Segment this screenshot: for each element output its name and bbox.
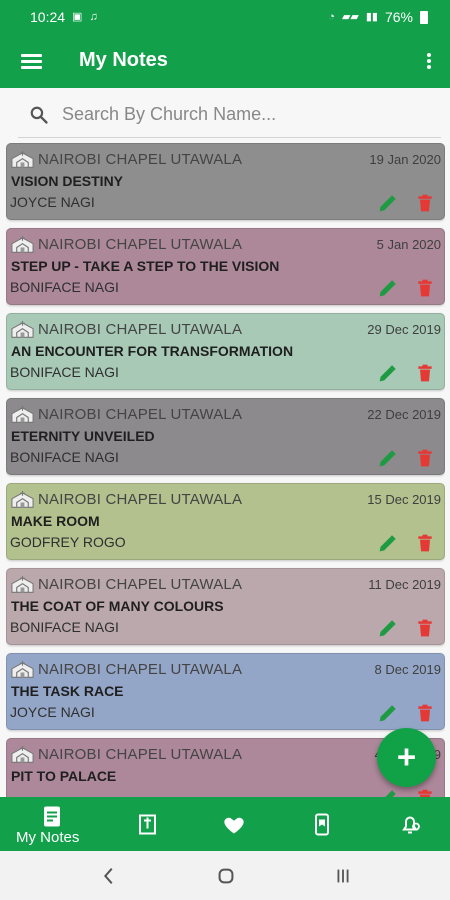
delete-icon[interactable] <box>415 278 435 300</box>
search-input[interactable] <box>62 102 430 127</box>
note-church-name: NAIROBI CHAPEL UTAWALA <box>38 746 243 763</box>
bible-icon <box>139 814 156 835</box>
edit-icon[interactable] <box>376 278 398 300</box>
notes-list: NAIROBI CHAPEL UTAWALA 19 Jan 2020 VISIO… <box>6 143 445 797</box>
system-navigation-bar <box>0 851 450 900</box>
status-time: 10:24 <box>30 9 66 25</box>
nav-item-phone-bookmarks[interactable] <box>286 797 356 851</box>
note-speaker: BONIFACE NAGI <box>10 619 119 635</box>
edit-icon[interactable] <box>376 363 398 385</box>
delete-icon[interactable] <box>415 533 435 555</box>
status-right: ◔ ▰▰ ▮▮ 76% <box>328 9 428 25</box>
note-date: 22 Dec 2019 <box>367 407 441 422</box>
note-title: STEP UP - TAKE A STEP TO THE VISION <box>11 258 280 274</box>
more-vertical-icon[interactable] <box>427 53 432 70</box>
note-date: 29 Dec 2019 <box>367 322 441 337</box>
edit-icon[interactable] <box>376 618 398 640</box>
note-card[interactable]: NAIROBI CHAPEL UTAWALA 19 Jan 2020 VISIO… <box>6 143 445 220</box>
image-icon: ▣ <box>72 10 83 23</box>
note-speaker: JOYCE NAGI <box>10 194 95 210</box>
note-date: 5 Jan 2020 <box>376 237 441 252</box>
note-title: VISION DESTINY <box>11 173 124 189</box>
note-church-name: NAIROBI CHAPEL UTAWALA <box>38 661 243 678</box>
back-icon[interactable] <box>97 865 121 887</box>
note-title: ETERNITY UNVEILED <box>11 428 155 444</box>
church-icon <box>10 320 35 340</box>
nav-label-my-notes: My Notes <box>16 829 80 846</box>
phone-bookmark-icon <box>315 813 329 836</box>
search-icon[interactable] <box>29 105 49 125</box>
note-church-name: NAIROBI CHAPEL UTAWALA <box>38 576 243 593</box>
bottom-navigation: My Notes <box>0 797 450 851</box>
nav-item-my-notes[interactable]: My Notes <box>0 797 79 851</box>
church-icon <box>10 150 35 170</box>
status-left: 10:24 ▣ ♫ <box>30 9 98 25</box>
church-icon <box>10 575 35 595</box>
app-bar: My Notes <box>0 34 450 88</box>
note-title: AN ENCOUNTER FOR TRANSFORMATION <box>11 343 294 359</box>
note-speaker: BONIFACE NAGI <box>10 279 119 295</box>
status-bar: 10:24 ▣ ♫ ◔ ▰▰ ▮▮ 76% <box>0 0 450 34</box>
notes-app-screen: 10:24 ▣ ♫ ◔ ▰▰ ▮▮ 76% My Notes NAIROBI C… <box>0 0 450 900</box>
edit-icon[interactable] <box>376 193 398 215</box>
notification-icon: ♫ <box>89 10 98 23</box>
bell-settings-icon <box>402 816 420 834</box>
edit-icon[interactable] <box>376 448 398 470</box>
note-church-name: NAIROBI CHAPEL UTAWALA <box>38 491 243 508</box>
note-date: 8 Dec 2019 <box>374 662 442 677</box>
note-title: THE TASK RACE <box>11 683 124 699</box>
note-card[interactable]: NAIROBI CHAPEL UTAWALA 22 Dec 2019 ETERN… <box>6 398 445 475</box>
battery-percent: 76% <box>384 9 413 25</box>
signal-icon: ▮▮ <box>365 10 378 23</box>
note-date: 11 Dec 2019 <box>368 577 441 592</box>
church-icon <box>10 660 35 680</box>
note-card[interactable]: NAIROBI CHAPEL UTAWALA 5 Jan 2020 STEP U… <box>6 228 445 305</box>
church-icon <box>10 405 35 425</box>
delete-icon[interactable] <box>415 788 435 797</box>
edit-icon[interactable] <box>376 703 398 725</box>
edit-icon[interactable] <box>376 788 398 797</box>
note-church-name: NAIROBI CHAPEL UTAWALA <box>38 151 243 168</box>
note-date: 19 Jan 2020 <box>369 152 441 167</box>
note-card[interactable]: NAIROBI CHAPEL UTAWALA 29 Dec 2019 AN EN… <box>6 313 445 390</box>
battery-icon <box>420 10 428 24</box>
page-title: My Notes <box>79 49 168 71</box>
heart-icon <box>224 817 244 834</box>
edit-icon[interactable] <box>376 533 398 555</box>
delete-icon[interactable] <box>415 618 435 640</box>
note-speaker: BONIFACE NAGI <box>10 449 119 465</box>
add-note-button[interactable]: + <box>377 728 436 787</box>
note-church-name: NAIROBI CHAPEL UTAWALA <box>38 236 243 253</box>
note-speaker: BONIFACE NAGI <box>10 364 119 380</box>
note-title: PIT TO PALACE <box>11 768 117 784</box>
note-title: MAKE ROOM <box>11 513 100 529</box>
note-date: 15 Dec 2019 <box>367 492 441 507</box>
home-icon[interactable] <box>214 865 238 887</box>
delete-icon[interactable] <box>415 703 435 725</box>
church-icon <box>10 235 35 255</box>
note-card[interactable]: NAIROBI CHAPEL UTAWALA 8 Dec 2019 THE TA… <box>6 653 445 730</box>
note-church-name: NAIROBI CHAPEL UTAWALA <box>38 406 243 423</box>
note-speaker: JOYCE NAGI <box>10 704 95 720</box>
note-title: THE COAT OF MANY COLOURS <box>11 598 224 614</box>
note-card[interactable]: NAIROBI CHAPEL UTAWALA 15 Dec 2019 MAKE … <box>6 483 445 560</box>
delete-icon[interactable] <box>415 193 435 215</box>
search-bar[interactable] <box>18 92 441 138</box>
alarm-icon: ◔ <box>328 10 335 23</box>
delete-icon[interactable] <box>415 363 435 385</box>
nav-item-alerts[interactable] <box>374 797 444 851</box>
hamburger-menu-icon[interactable] <box>21 54 42 69</box>
recent-apps-icon[interactable] <box>331 865 355 887</box>
note-church-name: NAIROBI CHAPEL UTAWALA <box>38 321 243 338</box>
note-card[interactable]: NAIROBI CHAPEL UTAWALA 11 Dec 2019 THE C… <box>6 568 445 645</box>
signal-icon: ▰▰ <box>341 10 359 23</box>
church-icon <box>10 745 35 765</box>
church-icon <box>10 490 35 510</box>
nav-item-favorites[interactable] <box>198 797 268 851</box>
nav-item-bible[interactable] <box>112 797 182 851</box>
note-speaker: GODFREY ROGO <box>10 534 126 550</box>
notes-icon <box>44 806 60 827</box>
delete-icon[interactable] <box>415 448 435 470</box>
